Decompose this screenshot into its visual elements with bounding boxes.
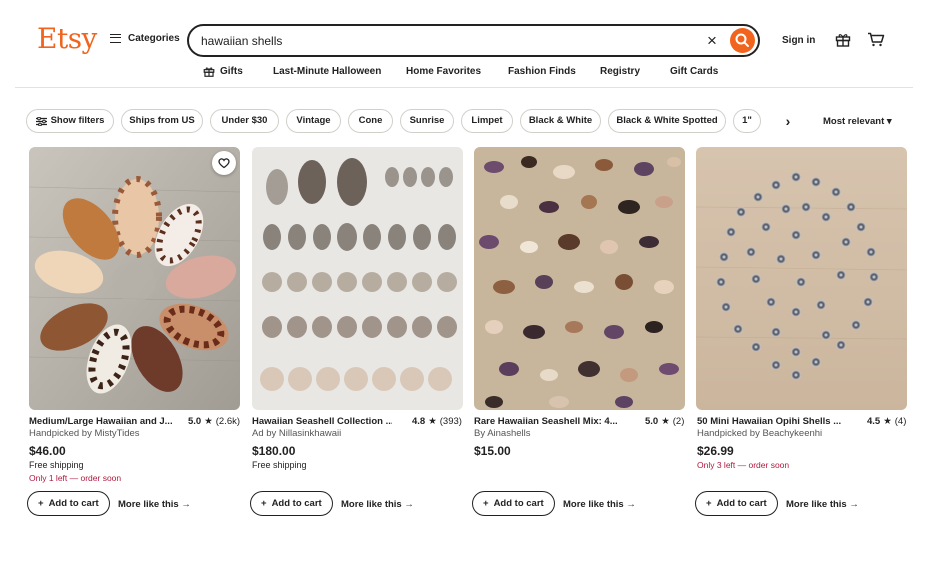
plus-icon: +: [261, 498, 267, 509]
product-rating: 5.0 ★ (2.6k): [188, 416, 240, 427]
shop-name[interactable]: By Ainashells: [474, 428, 531, 439]
categories-label: Categories: [128, 33, 180, 44]
add-to-cart-label: Add to cart: [493, 498, 544, 509]
rating-value: 4.5: [867, 416, 881, 427]
filter-black-white[interactable]: Black & White: [520, 109, 601, 133]
product-rating: 4.8 ★ (393): [412, 416, 462, 427]
add-to-cart-label: Add to cart: [48, 498, 99, 509]
product-title[interactable]: 50 Mini Hawaiian Opihi Shells ...: [697, 416, 842, 427]
more-like-this-label: More like this: [341, 499, 402, 510]
arrow-right-icon: →: [849, 499, 859, 510]
review-count: (2.6k): [215, 416, 241, 427]
shop-name[interactable]: Handpicked by MistyTides: [29, 428, 140, 439]
star-icon: ★: [883, 416, 892, 427]
product-rating: 5.0 ★ (2): [645, 416, 684, 427]
product-title[interactable]: Medium/Large Hawaiian and J...: [29, 416, 174, 427]
more-like-this-link[interactable]: More like this →: [118, 499, 191, 510]
star-icon: ★: [661, 416, 670, 427]
product-title[interactable]: Hawaiian Seashell Collection ...: [252, 416, 392, 427]
gift-icon: [203, 67, 215, 77]
rating-value: 4.8: [412, 416, 426, 427]
cart-icon[interactable]: [867, 32, 885, 47]
shop-name[interactable]: Ad by Nillasinkhawaii: [252, 428, 341, 439]
more-like-this-label: More like this: [563, 499, 624, 510]
plus-icon: +: [706, 498, 712, 509]
free-shipping-label: Free shipping: [29, 460, 84, 470]
filter-1-inch[interactable]: 1": [733, 109, 761, 133]
product-image[interactable]: [696, 147, 907, 410]
arrow-right-icon: →: [404, 499, 414, 510]
favorite-button[interactable]: [212, 151, 236, 175]
nav-fashion-finds[interactable]: Fashion Finds: [508, 66, 576, 77]
add-to-cart-button[interactable]: + Add to cart: [695, 491, 778, 516]
filter-icon: [35, 116, 47, 126]
add-to-cart-button[interactable]: + Add to cart: [250, 491, 333, 516]
add-to-cart-label: Add to cart: [716, 498, 767, 509]
product-price: $46.00: [29, 444, 66, 458]
menu-icon: [110, 34, 121, 43]
stock-warning: Only 1 left — order soon: [29, 473, 122, 483]
star-icon: ★: [204, 416, 213, 427]
categories-button[interactable]: Categories: [110, 33, 180, 44]
filter-vintage[interactable]: Vintage: [286, 109, 341, 133]
nav-gifts[interactable]: Gifts: [203, 66, 243, 77]
product-price: $180.00: [252, 444, 296, 458]
more-like-this-link[interactable]: More like this →: [786, 499, 859, 510]
add-to-cart-label: Add to cart: [271, 498, 322, 509]
show-filters-button[interactable]: Show filters: [26, 109, 114, 133]
review-count: (4): [894, 416, 907, 427]
nav-halloween[interactable]: Last-Minute Halloween: [273, 66, 381, 77]
product-image[interactable]: [29, 147, 240, 410]
plus-icon: +: [38, 498, 44, 509]
arrow-right-icon: →: [626, 499, 636, 510]
search-bar: ×: [187, 24, 760, 57]
more-like-this-label: More like this: [118, 499, 179, 510]
review-count: (393): [439, 416, 462, 427]
more-like-this-label: More like this: [786, 499, 847, 510]
rating-value: 5.0: [188, 416, 202, 427]
arrow-right-icon: →: [181, 499, 191, 510]
product-rating: 4.5 ★ (4): [867, 416, 906, 427]
shop-name[interactable]: Handpicked by Beachykeenhi: [697, 428, 822, 439]
search-input[interactable]: [201, 32, 691, 50]
product-price: $26.99: [697, 444, 734, 458]
add-to-cart-button[interactable]: + Add to cart: [27, 491, 110, 516]
etsy-logo[interactable]: Etsy: [37, 22, 97, 55]
gift-icon[interactable]: [835, 32, 851, 47]
nav-gift-cards[interactable]: Gift Cards: [670, 66, 718, 77]
filters-next-chevron-icon[interactable]: ›: [776, 110, 800, 132]
chevron-down-icon: ▾: [886, 116, 892, 127]
star-icon: ★: [428, 416, 437, 427]
filter-cone[interactable]: Cone: [348, 109, 393, 133]
product-price: $15.00: [474, 444, 511, 458]
filter-ships-from-us[interactable]: Ships from US: [121, 109, 203, 133]
sort-dropdown[interactable]: Most relevant ▾: [823, 116, 892, 127]
product-image[interactable]: [474, 147, 685, 410]
rating-value: 5.0: [645, 416, 659, 427]
nav-registry[interactable]: Registry: [600, 66, 640, 77]
filter-limpet[interactable]: Limpet: [461, 109, 513, 133]
product-image[interactable]: [252, 147, 463, 410]
sort-label: Most relevant: [823, 116, 885, 127]
review-count: (2): [672, 416, 685, 427]
more-like-this-link[interactable]: More like this →: [341, 499, 414, 510]
filter-black-white-spotted[interactable]: Black & White Spotted: [608, 109, 726, 133]
more-like-this-link[interactable]: More like this →: [563, 499, 636, 510]
sign-in-link[interactable]: Sign in: [782, 35, 815, 46]
search-button[interactable]: [730, 28, 755, 53]
free-shipping-label: Free shipping: [252, 460, 307, 470]
plus-icon: +: [483, 498, 489, 509]
show-filters-label: Show filters: [50, 115, 105, 126]
filter-sunrise[interactable]: Sunrise: [400, 109, 454, 133]
add-to-cart-button[interactable]: + Add to cart: [472, 491, 555, 516]
search-icon: [735, 33, 749, 47]
stock-warning: Only 3 left — order soon: [697, 460, 790, 470]
heart-icon: [218, 158, 230, 169]
clear-search-icon[interactable]: ×: [703, 32, 721, 50]
filter-under-30[interactable]: Under $30: [210, 109, 279, 133]
nav-home-favorites[interactable]: Home Favorites: [406, 66, 481, 77]
product-title[interactable]: Rare Hawaiian Seashell Mix: 4...: [474, 416, 619, 427]
divider: [15, 87, 913, 88]
nav-gifts-label: Gifts: [220, 66, 243, 77]
